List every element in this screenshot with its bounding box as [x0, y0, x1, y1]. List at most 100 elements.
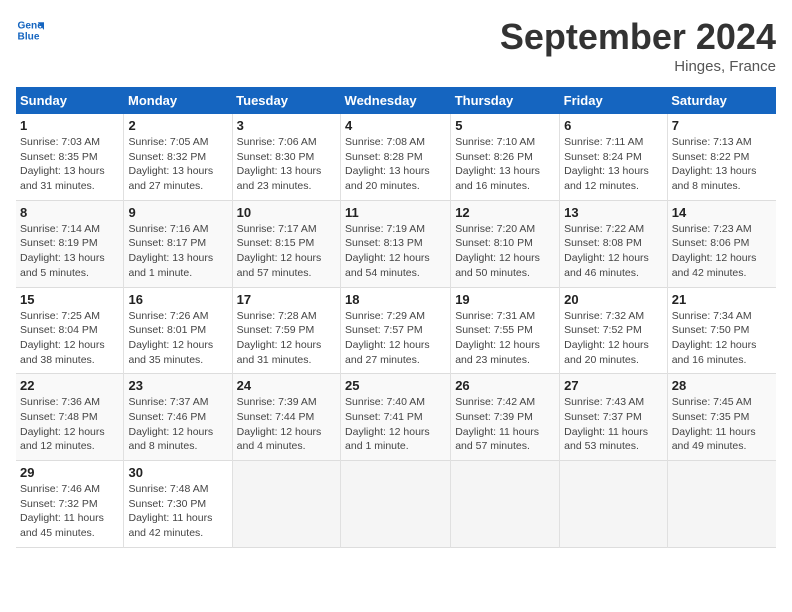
calendar-cell: 25 Sunrise: 7:40 AM Sunset: 7:41 PM Dayli…: [341, 374, 451, 461]
calendar-cell: 4 Sunrise: 7:08 AM Sunset: 8:28 PM Daylig…: [341, 114, 451, 200]
calendar-cell: 9 Sunrise: 7:16 AM Sunset: 8:17 PM Daylig…: [124, 200, 232, 287]
day-info: Sunrise: 7:39 AM Sunset: 7:44 PM Dayligh…: [237, 395, 336, 454]
calendar-cell: 21Sunrise: 7:34 AM Sunset: 7:50 PM Dayli…: [667, 287, 776, 374]
day-number: 8: [20, 205, 119, 220]
calendar-cell: 1Sunrise: 7:03 AM Sunset: 8:35 PM Daylig…: [16, 114, 124, 200]
day-info: Sunrise: 7:03 AM Sunset: 8:35 PM Dayligh…: [20, 135, 119, 194]
day-info: Sunrise: 7:14 AM Sunset: 8:19 PM Dayligh…: [20, 222, 119, 281]
header-wednesday: Wednesday: [341, 87, 451, 114]
header-monday: Monday: [124, 87, 232, 114]
day-number: 6: [564, 118, 663, 133]
day-number: 16: [128, 292, 227, 307]
calendar-cell: [451, 461, 560, 548]
day-info: Sunrise: 7:16 AM Sunset: 8:17 PM Dayligh…: [128, 222, 227, 281]
day-number: 27: [564, 378, 663, 393]
day-number: 25: [345, 378, 446, 393]
day-number: 29: [20, 465, 119, 480]
header-thursday: Thursday: [451, 87, 560, 114]
calendar-cell: 30 Sunrise: 7:48 AM Sunset: 7:30 PM Dayli…: [124, 461, 232, 548]
calendar-cell: [560, 461, 668, 548]
day-number: 19: [455, 292, 555, 307]
calendar-cell: 12 Sunrise: 7:20 AM Sunset: 8:10 PM Dayli…: [451, 200, 560, 287]
day-number: 23: [128, 378, 227, 393]
day-number: 11: [345, 205, 446, 220]
day-info: Sunrise: 7:36 AM Sunset: 7:48 PM Dayligh…: [20, 395, 119, 454]
calendar-cell: 27 Sunrise: 7:43 AM Sunset: 7:37 PM Dayli…: [560, 374, 668, 461]
day-number: 4: [345, 118, 446, 133]
day-info: Sunrise: 7:06 AM Sunset: 8:30 PM Dayligh…: [237, 135, 336, 194]
day-info: Sunrise: 7:05 AM Sunset: 8:32 PM Dayligh…: [128, 135, 227, 194]
month-title: September 2024: [500, 16, 776, 58]
day-number: 12: [455, 205, 555, 220]
day-number: 17: [237, 292, 336, 307]
logo: General Blue: [16, 16, 44, 44]
calendar-cell: 20Sunrise: 7:32 AM Sunset: 7:52 PM Dayli…: [560, 287, 668, 374]
day-number: 3: [237, 118, 336, 133]
day-number: 22: [20, 378, 119, 393]
calendar-cell: 26 Sunrise: 7:42 AM Sunset: 7:39 PM Dayli…: [451, 374, 560, 461]
day-info: Sunrise: 7:45 AM Sunset: 7:35 PM Dayligh…: [672, 395, 772, 454]
day-number: 15: [20, 292, 119, 307]
location: Hinges, France: [500, 58, 776, 75]
header-friday: Friday: [560, 87, 668, 114]
day-info: Sunrise: 7:28 AM Sunset: 7:59 PM Dayligh…: [237, 309, 336, 368]
calendar-cell: [232, 461, 340, 548]
day-info: Sunrise: 7:17 AM Sunset: 8:15 PM Dayligh…: [237, 222, 336, 281]
calendar-cell: 8 Sunrise: 7:14 AM Sunset: 8:19 PM Daylig…: [16, 200, 124, 287]
day-number: 18: [345, 292, 446, 307]
calendar-table: SundayMondayTuesdayWednesdayThursdayFrid…: [16, 87, 776, 548]
day-info: Sunrise: 7:25 AM Sunset: 8:04 PM Dayligh…: [20, 309, 119, 368]
header-row: SundayMondayTuesdayWednesdayThursdayFrid…: [16, 87, 776, 114]
week-row-2: 8 Sunrise: 7:14 AM Sunset: 8:19 PM Daylig…: [16, 200, 776, 287]
day-info: Sunrise: 7:10 AM Sunset: 8:26 PM Dayligh…: [455, 135, 555, 194]
day-number: 2: [128, 118, 227, 133]
header-tuesday: Tuesday: [232, 87, 340, 114]
page-header: General Blue September 2024 Hinges, Fran…: [16, 16, 776, 75]
day-info: Sunrise: 7:23 AM Sunset: 8:06 PM Dayligh…: [672, 222, 772, 281]
calendar-cell: 15 Sunrise: 7:25 AM Sunset: 8:04 PM Dayli…: [16, 287, 124, 374]
day-info: Sunrise: 7:20 AM Sunset: 8:10 PM Dayligh…: [455, 222, 555, 281]
day-info: Sunrise: 7:31 AM Sunset: 7:55 PM Dayligh…: [455, 309, 555, 368]
calendar-cell: 5 Sunrise: 7:10 AM Sunset: 8:26 PM Daylig…: [451, 114, 560, 200]
calendar-cell: 16 Sunrise: 7:26 AM Sunset: 8:01 PM Dayli…: [124, 287, 232, 374]
day-info: Sunrise: 7:26 AM Sunset: 8:01 PM Dayligh…: [128, 309, 227, 368]
day-number: 26: [455, 378, 555, 393]
svg-text:Blue: Blue: [18, 31, 40, 42]
calendar-cell: 29 Sunrise: 7:46 AM Sunset: 7:32 PM Dayli…: [16, 461, 124, 548]
day-number: 24: [237, 378, 336, 393]
calendar-cell: 10 Sunrise: 7:17 AM Sunset: 8:15 PM Dayli…: [232, 200, 340, 287]
day-number: 20: [564, 292, 663, 307]
day-number: 5: [455, 118, 555, 133]
day-number: 9: [128, 205, 227, 220]
calendar-cell: 3 Sunrise: 7:06 AM Sunset: 8:30 PM Daylig…: [232, 114, 340, 200]
day-info: Sunrise: 7:13 AM Sunset: 8:22 PM Dayligh…: [672, 135, 772, 194]
calendar-cell: 18Sunrise: 7:29 AM Sunset: 7:57 PM Dayli…: [341, 287, 451, 374]
header-saturday: Saturday: [667, 87, 776, 114]
day-info: Sunrise: 7:46 AM Sunset: 7:32 PM Dayligh…: [20, 482, 119, 541]
calendar-cell: 17 Sunrise: 7:28 AM Sunset: 7:59 PM Dayli…: [232, 287, 340, 374]
day-info: Sunrise: 7:08 AM Sunset: 8:28 PM Dayligh…: [345, 135, 446, 194]
calendar-cell: [667, 461, 776, 548]
day-number: 13: [564, 205, 663, 220]
svg-text:General: General: [18, 20, 44, 31]
calendar-cell: 28Sunrise: 7:45 AM Sunset: 7:35 PM Dayli…: [667, 374, 776, 461]
day-number: 10: [237, 205, 336, 220]
day-info: Sunrise: 7:42 AM Sunset: 7:39 PM Dayligh…: [455, 395, 555, 454]
calendar-cell: 2 Sunrise: 7:05 AM Sunset: 8:32 PM Daylig…: [124, 114, 232, 200]
calendar-cell: 14 Sunrise: 7:23 AM Sunset: 8:06 PM Dayli…: [667, 200, 776, 287]
day-info: Sunrise: 7:22 AM Sunset: 8:08 PM Dayligh…: [564, 222, 663, 281]
calendar-cell: 11 Sunrise: 7:19 AM Sunset: 8:13 PM Dayli…: [341, 200, 451, 287]
calendar-cell: 24 Sunrise: 7:39 AM Sunset: 7:44 PM Dayli…: [232, 374, 340, 461]
calendar-cell: 7 Sunrise: 7:13 AM Sunset: 8:22 PM Daylig…: [667, 114, 776, 200]
day-info: Sunrise: 7:43 AM Sunset: 7:37 PM Dayligh…: [564, 395, 663, 454]
week-row-4: 22 Sunrise: 7:36 AM Sunset: 7:48 PM Dayli…: [16, 374, 776, 461]
day-info: Sunrise: 7:48 AM Sunset: 7:30 PM Dayligh…: [128, 482, 227, 541]
calendar-cell: 23 Sunrise: 7:37 AM Sunset: 7:46 PM Dayli…: [124, 374, 232, 461]
day-info: Sunrise: 7:40 AM Sunset: 7:41 PM Dayligh…: [345, 395, 446, 454]
day-info: Sunrise: 7:37 AM Sunset: 7:46 PM Dayligh…: [128, 395, 227, 454]
day-number: 7: [672, 118, 772, 133]
day-info: Sunrise: 7:19 AM Sunset: 8:13 PM Dayligh…: [345, 222, 446, 281]
day-number: 30: [128, 465, 227, 480]
day-number: 14: [672, 205, 772, 220]
header-sunday: Sunday: [16, 87, 124, 114]
